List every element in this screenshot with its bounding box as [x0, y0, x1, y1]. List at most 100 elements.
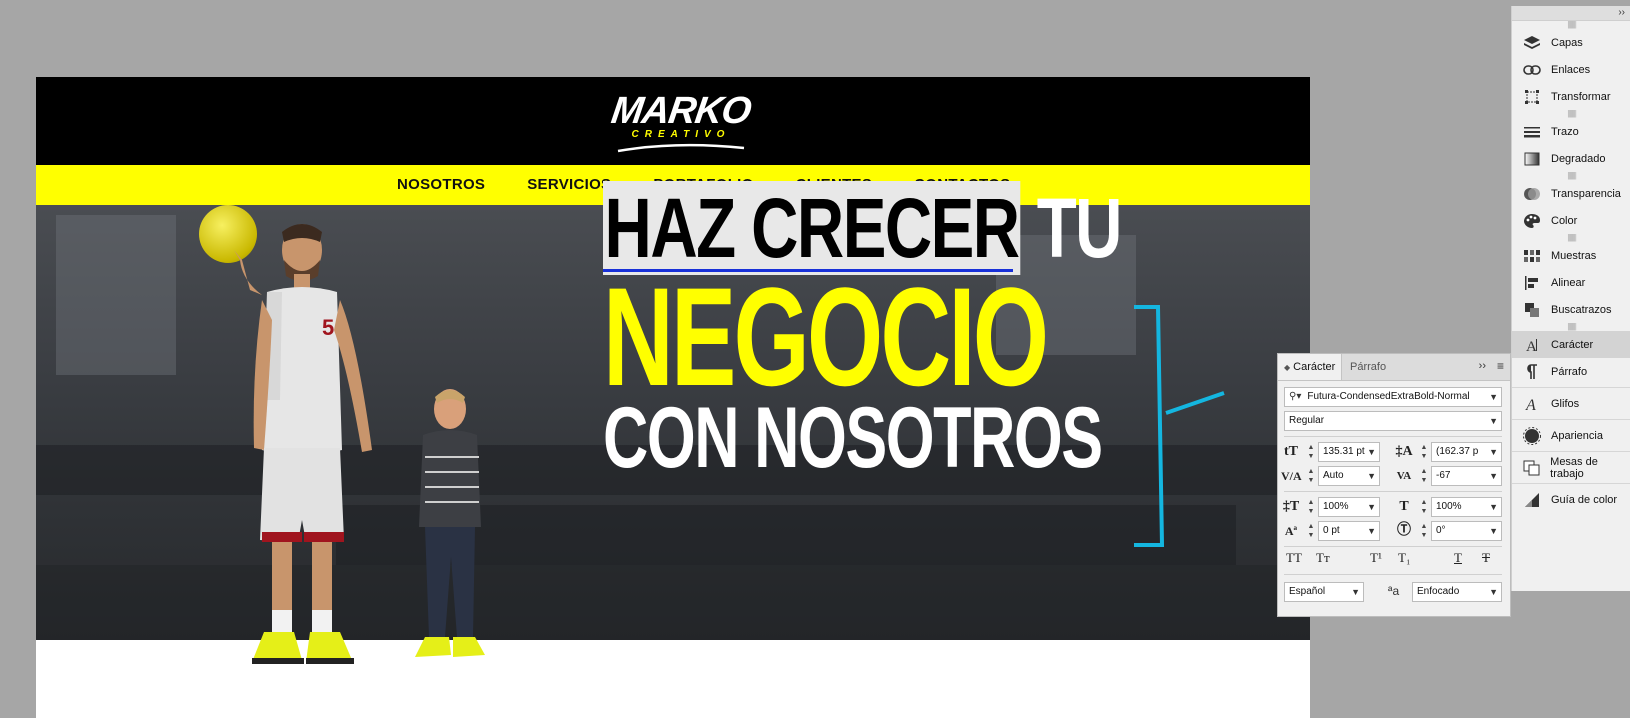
- dock-item-guia-color[interactable]: Guía de color: [1512, 486, 1630, 513]
- dock-item-alinear[interactable]: Alinear: [1512, 269, 1630, 296]
- dock-item-capas[interactable]: Capas: [1512, 29, 1630, 56]
- dock-item-buscatrazos[interactable]: Buscatrazos: [1512, 296, 1630, 323]
- color-icon: [1522, 213, 1542, 229]
- dock-item-trazo[interactable]: Trazo: [1512, 118, 1630, 145]
- vertical-scale-stepper[interactable]: ▲ ▼: [1306, 498, 1316, 516]
- chevron-down-icon: ▼: [1489, 471, 1498, 481]
- links-icon: [1522, 62, 1542, 78]
- font-size-icon: tT: [1284, 444, 1298, 459]
- dock-item-color[interactable]: Color: [1512, 207, 1630, 234]
- leading-stepper[interactable]: ▲ ▼: [1419, 443, 1429, 461]
- tracking-stepper[interactable]: ▲ ▼: [1419, 467, 1429, 485]
- all-caps-button[interactable]: TT: [1286, 550, 1302, 566]
- dock-item-mesas[interactable]: Mesas de trabajo: [1512, 454, 1630, 481]
- chevron-down-icon: ▼: [1367, 526, 1376, 536]
- chevron-down-icon: ▼: [1367, 502, 1376, 512]
- kerning-value: Auto: [1323, 470, 1344, 481]
- dock-label: Muestras: [1551, 249, 1597, 262]
- chevron-down-icon: ▼: [1489, 587, 1498, 597]
- rotation-input[interactable]: 0° ▼: [1431, 521, 1502, 541]
- dock-item-muestras[interactable]: Muestras: [1512, 242, 1630, 269]
- tab-parrafo[interactable]: Párrafo: [1344, 354, 1392, 380]
- collapse-dock-icon[interactable]: ››: [1618, 6, 1625, 20]
- tracking-input[interactable]: -67 ▼: [1431, 466, 1502, 486]
- tab-caracter-label: Carácter: [1293, 361, 1336, 373]
- logo-main-text: MARKO: [608, 90, 754, 132]
- dock-item-parrafo[interactable]: Párrafo: [1512, 358, 1630, 385]
- rotation-stepper[interactable]: ▲ ▼: [1419, 522, 1429, 540]
- type-style-buttons: TT Tт T¹ T₁ T T: [1286, 550, 1502, 568]
- dock-grip: ||||||||: [1567, 20, 1577, 29]
- dock-item-degradado[interactable]: Degradado: [1512, 145, 1630, 172]
- marko-logo: MARKO CREATIVO: [606, 90, 756, 157]
- font-size-input[interactable]: 135.31 pt ▼: [1318, 442, 1380, 462]
- office-window: [56, 215, 176, 375]
- dock-label: Enlaces: [1551, 63, 1591, 76]
- subscript-button[interactable]: T₁: [1398, 550, 1410, 566]
- basketball-player: 5: [234, 224, 372, 664]
- font-size-stepper[interactable]: ▲ ▼: [1306, 443, 1316, 461]
- dock-item-enlaces[interactable]: Enlaces: [1512, 56, 1630, 83]
- font-family-value: Futura-CondensedExtraBold-Normal: [1307, 391, 1470, 402]
- dock-item-caracter[interactable]: A Carácter: [1512, 331, 1630, 358]
- dock-label: Apariencia: [1551, 429, 1603, 442]
- font-search-icon: ⚲▾: [1289, 391, 1302, 402]
- antialias-select[interactable]: Enfocado ▼: [1412, 582, 1502, 602]
- svg-text:A: A: [1525, 397, 1536, 412]
- dock-label: Trazo: [1551, 125, 1579, 138]
- headline-line-3[interactable]: CON NOSOTROS: [603, 395, 1103, 481]
- dock-label: Buscatrazos: [1551, 303, 1612, 316]
- panel-expand-icon[interactable]: ››: [1479, 360, 1486, 372]
- language-select[interactable]: Español ▼: [1284, 582, 1364, 602]
- dock-label: Color: [1551, 214, 1578, 227]
- nav-nosotros[interactable]: NOSOTROS: [376, 165, 506, 205]
- character-panel-tabs: ◆ Carácter Párrafo ›› ≡: [1278, 354, 1510, 381]
- align-icon: [1522, 275, 1542, 291]
- horizontal-scale-stepper[interactable]: ▲ ▼: [1419, 498, 1429, 516]
- baseline-shift-input[interactable]: 0 pt ▼: [1318, 521, 1380, 541]
- small-caps-button[interactable]: Tт: [1316, 550, 1330, 566]
- dock-item-glifos[interactable]: A Glifos: [1512, 390, 1630, 417]
- panel-menu-icon[interactable]: ≡: [1497, 359, 1504, 373]
- svg-text:A: A: [1526, 339, 1537, 353]
- chevron-down-icon: ▼: [1489, 526, 1498, 536]
- font-style-select[interactable]: Regular ▼: [1284, 411, 1502, 431]
- chevron-down-icon: ▼: [1489, 502, 1498, 512]
- horizontal-scale-input[interactable]: 100% ▼: [1431, 497, 1502, 517]
- horizontal-scale-icon: T: [1399, 499, 1409, 514]
- dock-grip: ||||||||: [1567, 109, 1577, 118]
- panel-dock: ›› |||||||| Capas Enlaces Transformar ||…: [1511, 6, 1630, 591]
- horizontal-scale-value: 100%: [1436, 501, 1462, 512]
- tab-caracter[interactable]: ◆ Carácter: [1278, 354, 1343, 380]
- vertical-scale-input[interactable]: 100% ▼: [1318, 497, 1380, 517]
- vertical-scale-icon: ‡T: [1282, 499, 1300, 514]
- site-header: MARKO CREATIVO: [36, 77, 1310, 165]
- underline-button[interactable]: T: [1454, 550, 1462, 566]
- chevron-down-icon: ▼: [1489, 392, 1498, 402]
- chevron-down-icon: ▼: [1489, 447, 1498, 457]
- tab-collapse-icon[interactable]: ◆: [1284, 363, 1290, 372]
- dock-item-transparencia[interactable]: Transparencia: [1512, 180, 1630, 207]
- dock-label: Degradado: [1551, 152, 1606, 165]
- leading-icon: ‡A: [1395, 444, 1413, 459]
- tracking-value: -67: [1436, 470, 1451, 481]
- baseline-shift-icon: Aª: [1284, 524, 1298, 538]
- gradient-icon: [1522, 151, 1542, 167]
- leading-input[interactable]: (162.37 p ▼: [1431, 442, 1502, 462]
- dock-item-apariencia[interactable]: Apariencia: [1512, 422, 1630, 449]
- superscript-button[interactable]: T¹: [1370, 550, 1382, 566]
- strikethrough-button[interactable]: T: [1482, 550, 1490, 566]
- paragraph-icon: [1522, 363, 1542, 380]
- kerning-select[interactable]: Auto ▼: [1318, 466, 1380, 486]
- font-family-select[interactable]: ⚲▾ Futura-CondensedExtraBold-Normal ▼: [1284, 387, 1502, 407]
- baseline-shift-stepper[interactable]: ▲ ▼: [1306, 522, 1316, 540]
- chevron-down-icon: ▼: [1489, 416, 1498, 426]
- layers-icon: [1522, 35, 1542, 51]
- headline-line-2[interactable]: NEGOCIO: [603, 267, 1049, 407]
- kerning-stepper[interactable]: ▲ ▼: [1306, 467, 1316, 485]
- rotation-value: 0°: [1436, 525, 1446, 536]
- dock-header: ››: [1512, 6, 1630, 21]
- tracking-icon: VA: [1396, 470, 1412, 482]
- appearance-icon: [1522, 426, 1542, 445]
- dock-item-transformar[interactable]: Transformar: [1512, 83, 1630, 110]
